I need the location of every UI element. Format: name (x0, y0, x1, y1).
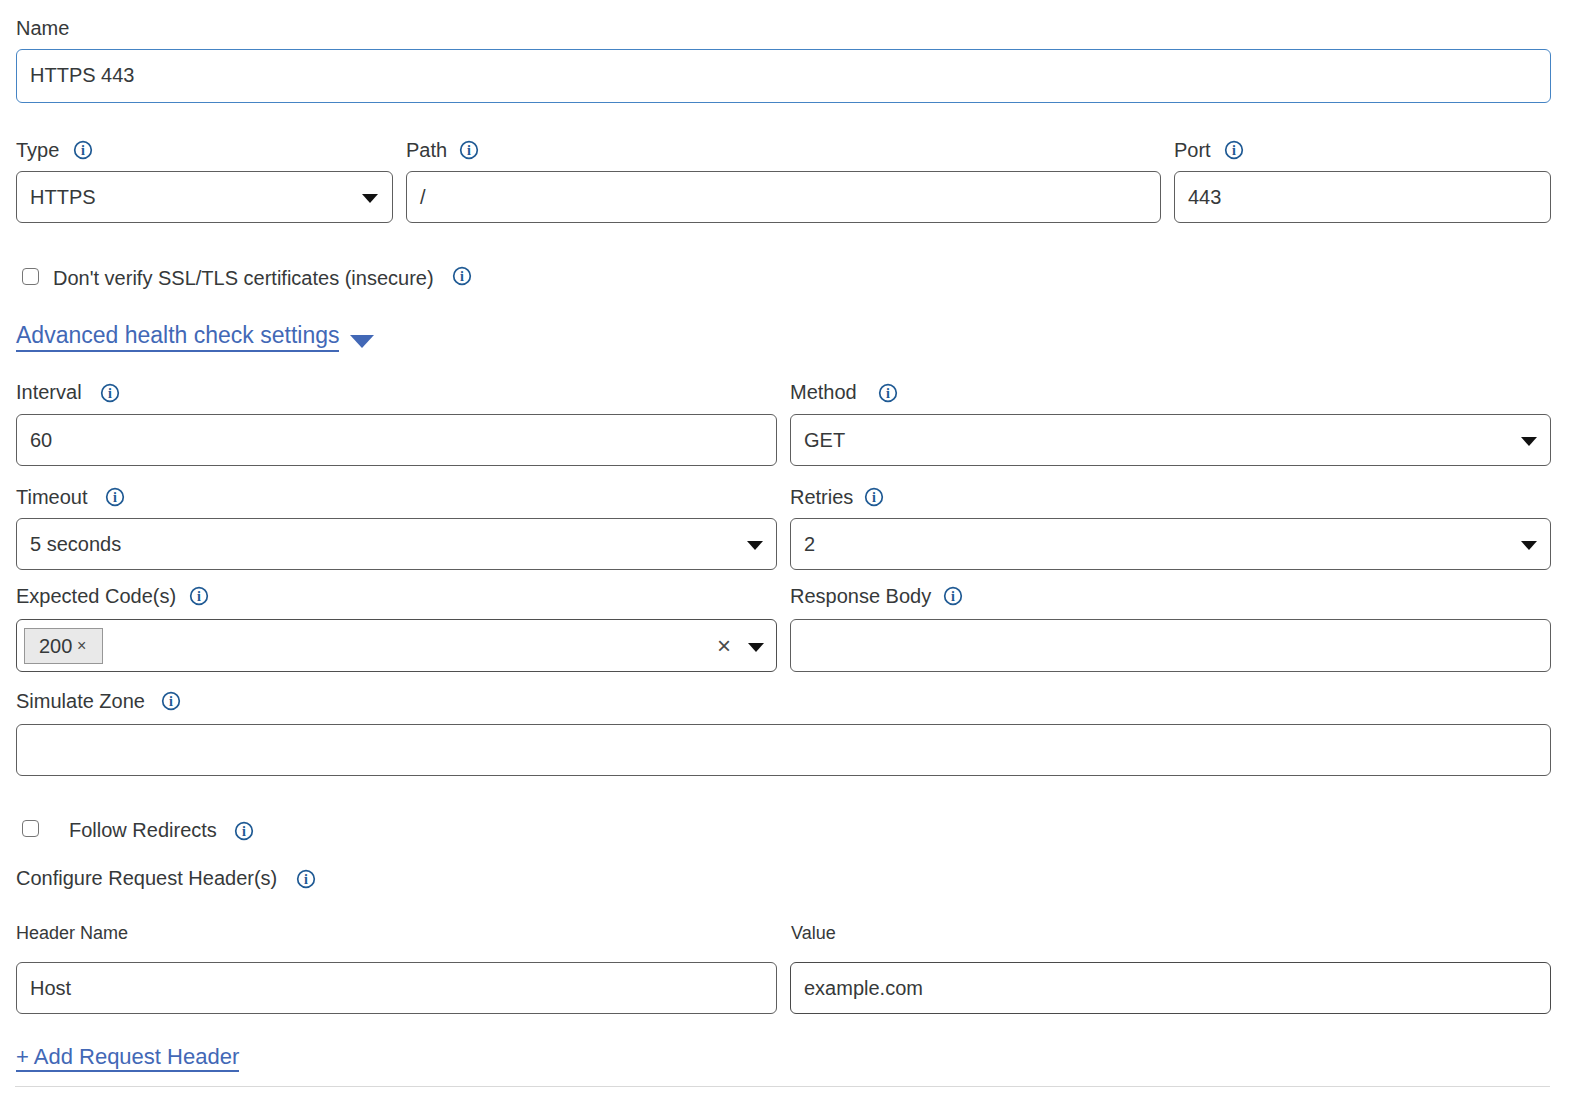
svg-text:i: i (886, 385, 890, 400)
svg-text:i: i (169, 694, 173, 709)
svg-text:i: i (113, 490, 117, 505)
svg-text:i: i (242, 824, 246, 839)
svg-text:i: i (951, 589, 955, 604)
svg-text:i: i (872, 490, 876, 505)
svg-text:i: i (81, 142, 85, 157)
svg-text:i: i (1232, 142, 1236, 157)
svg-text:i: i (304, 871, 308, 886)
svg-text:i: i (108, 385, 112, 400)
svg-text:i: i (460, 269, 464, 284)
svg-text:i: i (197, 589, 201, 604)
svg-text:i: i (467, 142, 471, 157)
